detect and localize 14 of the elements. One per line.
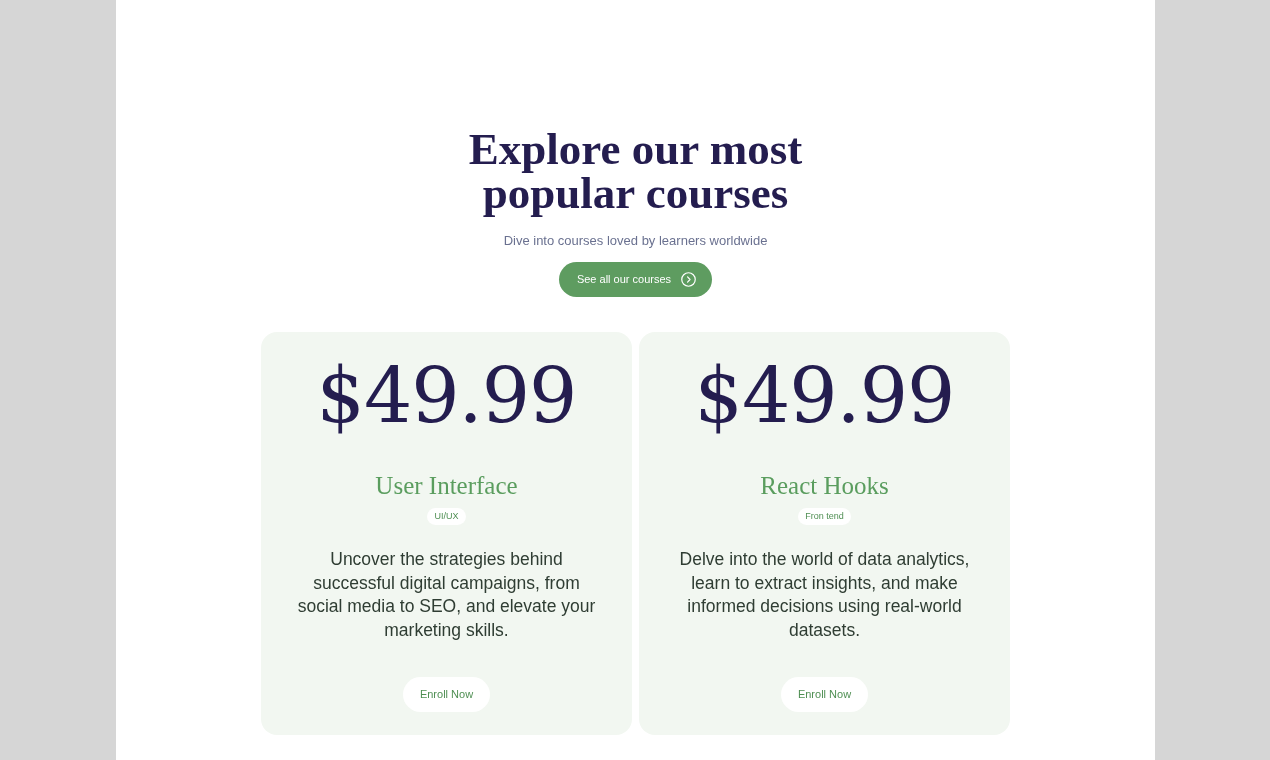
course-description: Uncover the strategies behind successful digital campaigns, from social media to SEO, and elevate your marketing skills. <box>296 548 597 642</box>
section-subtitle: Dive into courses loved by learners worldwide <box>503 233 768 249</box>
enroll-button[interactable]: Enroll Now <box>781 677 868 712</box>
circled-chevron-right-icon <box>681 272 697 287</box>
course-title: React Hooks <box>760 472 889 500</box>
see-all-courses-button[interactable]: See all our courses <box>558 262 713 297</box>
course-tag: UI/UX <box>427 508 466 525</box>
enroll-button[interactable]: Enroll Now <box>403 677 490 712</box>
course-price: $49.99 <box>316 354 577 438</box>
section-heading: Explore our most popular courses <box>467 127 804 215</box>
course-description: Delve into the world of data analytics, learn to extract insights, and make informed decisions using real-world datasets. <box>678 548 971 642</box>
course-title: User Interface <box>375 472 518 500</box>
course-tag: Fron tend <box>798 508 851 525</box>
course-price: $49.99 <box>694 354 955 438</box>
